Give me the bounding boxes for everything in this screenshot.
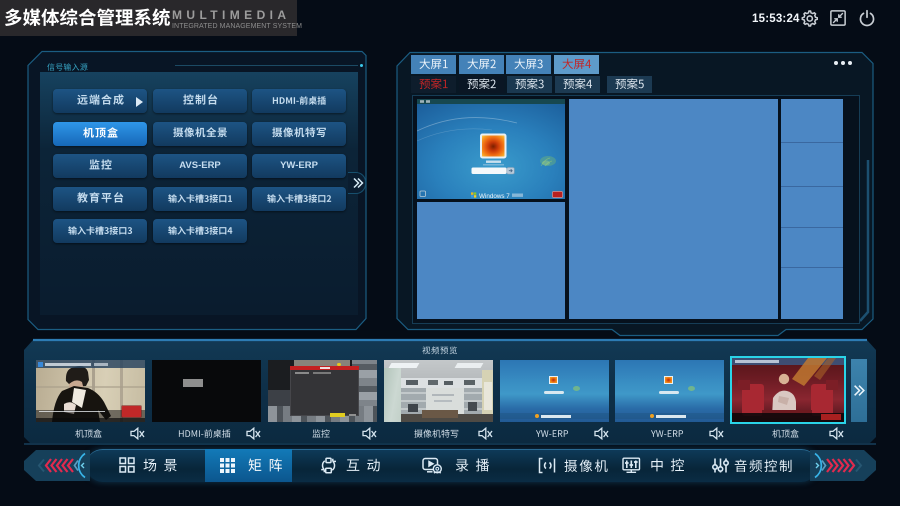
svg-text:Windows 7: Windows 7 (479, 193, 510, 199)
